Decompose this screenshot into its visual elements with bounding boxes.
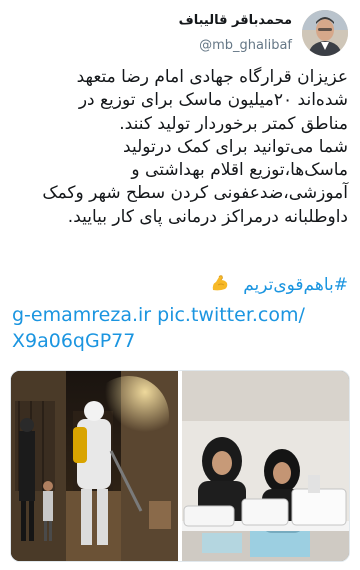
tweet-card: محمدباقر قالیباف @mb_ghalibaf عزیزان قرا… (0, 0, 360, 570)
author-names: محمدباقر قالیباف @mb_ghalibaf (179, 12, 292, 56)
tweet-links: g-emamreza.ir pic.twitter.com/ X9a06qGP7… (12, 302, 350, 354)
tweet-text-line: عزیزان قرارگاه جهادی امام رضا متعهد (76, 67, 348, 87)
tweet-text-line: داوطلبانه درمراکز درمانی پای کار بیایید. (67, 206, 348, 227)
tweet-media[interactable] (10, 370, 350, 562)
external-link-continued[interactable]: X9a06qGP77 (12, 328, 350, 354)
mask-sewing-workshop-photo[interactable] (182, 371, 349, 561)
author-display-name[interactable]: محمدباقر قالیباف (179, 12, 292, 30)
avatar[interactable] (302, 10, 348, 56)
night-alley-disinfection-photo[interactable] (11, 371, 178, 561)
hashtag-link[interactable]: #باهم‌قوی‌تریم (243, 275, 348, 295)
external-link[interactable]: g-emamreza.ir pic.twitter.com/ (12, 302, 350, 328)
hashtag-line: #باهم‌قوی‌تریم (12, 273, 348, 297)
author-handle[interactable]: @mb_ghalibaf (179, 36, 292, 56)
flexed-biceps-icon (210, 273, 230, 293)
tweet-text-line: ماسک‌ها،توزیع اقلام بهداشتی و (131, 160, 348, 181)
tweet-text-line: شده‌اند ۲۰میلیون ماسک برای توزیع در (78, 90, 348, 111)
tweet-header: محمدباقر قالیباف @mb_ghalibaf (12, 8, 348, 62)
tweet-text: عزیزان قرارگاه جهادی امام رضا متعهد شده‌… (10, 66, 348, 229)
tweet-text-line: شما می‌توانید برای کمک درتولید (123, 136, 348, 157)
tweet-text-line: آموزشی،ضدعفونی کردن سطح شهر وکمک (42, 183, 348, 204)
tweet-text-line: مناطق کمتر برخوردار تولید کنند. (119, 113, 348, 134)
